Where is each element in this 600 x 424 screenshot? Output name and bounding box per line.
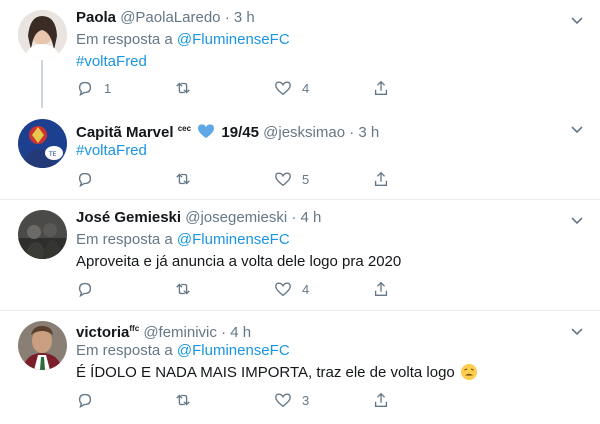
chevron-down-icon[interactable] bbox=[570, 14, 584, 28]
retweet-button[interactable] bbox=[174, 390, 202, 410]
name-superscript: cec bbox=[177, 124, 192, 133]
like-button[interactable]: 3 bbox=[274, 390, 309, 410]
user-handle[interactable]: @jesksimao bbox=[263, 124, 345, 141]
display-name-text: victoria bbox=[76, 324, 130, 341]
share-button[interactable] bbox=[372, 279, 390, 299]
share-button[interactable] bbox=[372, 78, 390, 98]
retweet-button[interactable] bbox=[174, 78, 202, 98]
like-button[interactable]: 5 bbox=[274, 169, 309, 189]
share-icon bbox=[374, 80, 388, 95]
like-count: 5 bbox=[302, 171, 310, 187]
reply-context: Em resposta a @FluminenseFC bbox=[76, 230, 570, 250]
like-count: 4 bbox=[302, 281, 310, 297]
heart-icon bbox=[275, 393, 291, 408]
tweet-header: Capitã Marvel cec 19/45 @jesksimao · 3 h bbox=[76, 119, 570, 141]
display-name[interactable]: José Gemieski bbox=[76, 209, 181, 226]
display-name[interactable]: Paola bbox=[76, 9, 116, 26]
separator-dot: · bbox=[349, 124, 355, 141]
tweet-header: José Gemieski @josegemieski · 4 h bbox=[76, 208, 570, 228]
separator-dot: · bbox=[221, 324, 227, 341]
chevron-down-icon[interactable] bbox=[570, 325, 584, 339]
like-button[interactable]: 4 bbox=[274, 78, 309, 98]
retweet-button[interactable] bbox=[174, 169, 202, 189]
share-icon bbox=[374, 281, 388, 296]
avatar[interactable] bbox=[18, 210, 67, 259]
reply-prefix: Em resposta a bbox=[76, 231, 173, 248]
heart-icon bbox=[275, 81, 291, 96]
reply-button[interactable]: 1 bbox=[76, 78, 111, 98]
like-count: 4 bbox=[302, 80, 310, 96]
timestamp[interactable]: 3 h bbox=[358, 124, 379, 141]
reply-button[interactable] bbox=[76, 169, 104, 189]
timestamp[interactable]: 4 h bbox=[230, 324, 251, 341]
share-icon bbox=[374, 392, 388, 407]
reply-count: 1 bbox=[104, 80, 112, 96]
reply-mention-link[interactable]: @FluminenseFC bbox=[177, 31, 290, 48]
heart-icon bbox=[275, 172, 291, 187]
heart-icon bbox=[275, 282, 291, 297]
reply-icon bbox=[78, 172, 92, 188]
reply-button[interactable] bbox=[76, 279, 104, 299]
thread-connector bbox=[41, 60, 43, 108]
chevron-down-icon[interactable] bbox=[570, 214, 584, 228]
reply-prefix: Em resposta a bbox=[76, 342, 173, 359]
weary-face-emoji-icon bbox=[460, 364, 477, 380]
reply-context: Em resposta a @FluminenseFC bbox=[76, 30, 570, 50]
display-name-text: Capitã Marvel bbox=[76, 124, 174, 141]
retweet-icon bbox=[176, 394, 190, 406]
reply-mention-link[interactable]: @FluminenseFC bbox=[177, 231, 290, 248]
tweet-header: victoriaffc @feminivic · 4 h bbox=[76, 319, 570, 341]
avatar[interactable] bbox=[18, 10, 67, 59]
reply-mention-link[interactable]: @FluminenseFC bbox=[177, 342, 290, 359]
tweet[interactable]: victoriaffc @feminivic · 4 h Em resposta… bbox=[0, 311, 600, 424]
timestamp[interactable]: 4 h bbox=[301, 209, 322, 226]
like-count: 3 bbox=[302, 392, 310, 408]
share-button[interactable] bbox=[372, 169, 390, 189]
user-handle[interactable]: @PaolaLaredo bbox=[120, 9, 220, 26]
timestamp[interactable]: 3 h bbox=[234, 9, 255, 26]
separator-dot: · bbox=[224, 9, 230, 26]
avatar[interactable] bbox=[18, 321, 67, 370]
reply-icon bbox=[78, 81, 92, 97]
like-button[interactable]: 4 bbox=[274, 279, 309, 299]
avatar[interactable]: TE bbox=[18, 119, 67, 168]
user-handle[interactable]: @josegemieski bbox=[185, 209, 287, 226]
reply-prefix: Em resposta a bbox=[76, 31, 173, 48]
display-name[interactable]: Capitã Marvel cec 19/45 bbox=[76, 124, 259, 141]
tweet-header: Paola @PaolaLaredo · 3 h bbox=[76, 8, 570, 28]
reply-icon bbox=[78, 393, 92, 409]
retweet-icon bbox=[176, 283, 190, 295]
tweet[interactable]: José Gemieski @josegemieski · 4 h Em res… bbox=[0, 200, 600, 310]
tweet-text[interactable]: É ÍDOLO E NADA MAIS IMPORTA, traz ele de… bbox=[76, 364, 455, 381]
reply-button[interactable] bbox=[76, 390, 104, 410]
chevron-down-icon[interactable] bbox=[570, 123, 584, 137]
reply-icon bbox=[78, 282, 92, 298]
tweet-feed: Paola @PaolaLaredo · 3 h Em resposta a @… bbox=[0, 0, 600, 424]
user-handle[interactable]: @feminivic bbox=[143, 324, 217, 341]
share-button[interactable] bbox=[372, 390, 390, 410]
share-icon bbox=[374, 171, 388, 186]
tweet-text[interactable]: #voltaFred bbox=[76, 52, 570, 72]
svg-text:TE: TE bbox=[48, 151, 57, 158]
tweet[interactable]: TE Capitã Marvel cec 19/45 @jesksimao · … bbox=[0, 105, 600, 199]
retweet-icon bbox=[176, 173, 190, 185]
retweet-button[interactable] bbox=[174, 279, 202, 299]
blue-heart-icon bbox=[198, 124, 215, 139]
tweet-text[interactable]: #voltaFred bbox=[76, 141, 570, 161]
display-name[interactable]: victoriaffc bbox=[76, 324, 139, 341]
tweet-text[interactable]: Aproveita e já anuncia a volta dele logo… bbox=[76, 252, 570, 272]
name-superscript: ffc bbox=[129, 324, 140, 333]
name-suffix: 19/45 bbox=[221, 124, 259, 141]
tweet[interactable]: Paola @PaolaLaredo · 3 h Em resposta a @… bbox=[0, 0, 600, 108]
retweet-icon bbox=[176, 82, 190, 94]
separator-dot: · bbox=[291, 209, 297, 226]
tweet-text-line: É ÍDOLO E NADA MAIS IMPORTA, traz ele de… bbox=[76, 363, 570, 383]
reply-context: Em resposta a @FluminenseFC bbox=[76, 341, 570, 361]
